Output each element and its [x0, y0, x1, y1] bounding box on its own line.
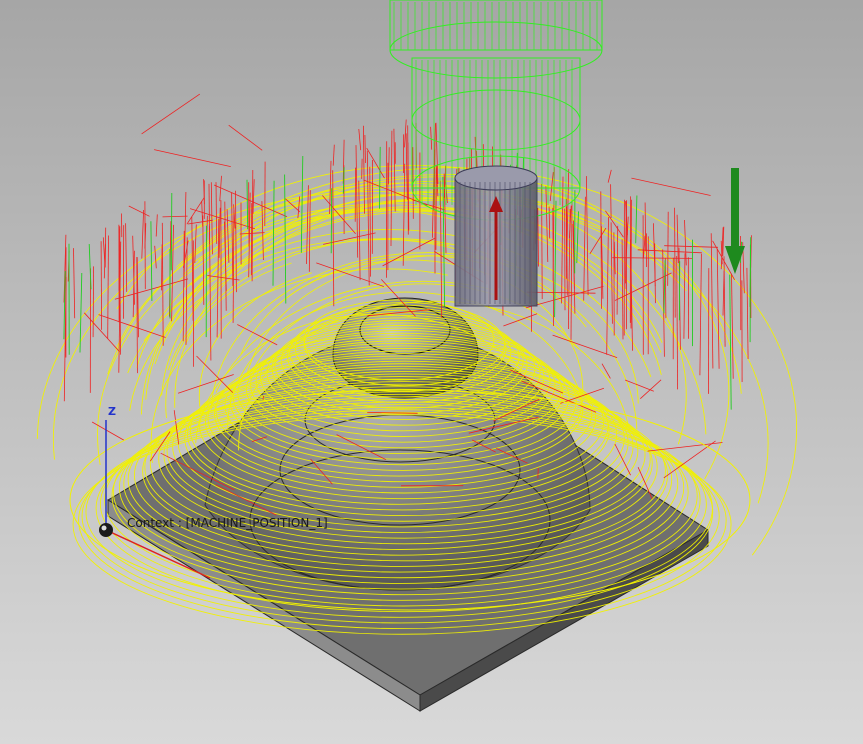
rapid-link: [154, 149, 231, 167]
rapid-move: [439, 180, 443, 318]
rapid-move: [663, 260, 666, 314]
rapid-move: [272, 180, 275, 286]
rapid-move: [73, 248, 76, 319]
context-label: Context : [MACHINE_POSITION_1]: [127, 516, 328, 530]
rapid-move: [182, 230, 185, 342]
rapid-move: [430, 126, 433, 150]
rapid-move: [379, 146, 381, 209]
rapid-move: [232, 210, 235, 323]
rapid-move: [364, 134, 366, 164]
rapid-move: [644, 202, 647, 252]
rapid-move: [746, 267, 749, 360]
toolpath-scene[interactable]: [0, 0, 863, 744]
rapid-link: [664, 245, 719, 248]
rapid-link: [601, 363, 611, 379]
rapid-link: [262, 396, 264, 400]
rapid-move: [576, 211, 579, 264]
rapid-link: [162, 215, 188, 218]
rapid-move: [92, 266, 94, 338]
rapid-move: [201, 200, 204, 227]
rapid-move: [716, 248, 720, 369]
rapid-move: [332, 144, 335, 166]
rapid-move: [405, 133, 408, 200]
rapid-move: [155, 214, 158, 237]
rapid-move: [100, 241, 102, 330]
rapid-link: [228, 124, 263, 151]
rapid-move: [616, 225, 619, 315]
rapid-link: [640, 379, 662, 399]
rapid-link: [537, 468, 539, 479]
rapid-link: [382, 237, 436, 267]
rapid-move: [284, 174, 287, 304]
rapid-move: [209, 226, 212, 361]
rapid-move: [215, 182, 218, 244]
rapid-move: [674, 207, 676, 318]
cutting-tool-icon[interactable]: [454, 165, 538, 307]
rapid-move: [330, 188, 333, 254]
rapid-move: [435, 167, 437, 250]
rapid-move: [218, 207, 221, 258]
rapid-move: [573, 220, 575, 289]
rapid-move: [251, 169, 254, 282]
rapid-move: [537, 207, 539, 267]
rapid-link: [589, 227, 607, 255]
rapid-link: [322, 195, 356, 235]
rapid-link: [84, 312, 120, 353]
axis-z-label: Z: [108, 405, 116, 418]
rapid-move: [252, 179, 255, 214]
rapid-move: [407, 125, 409, 235]
rapid-move: [363, 125, 365, 214]
rapid-move: [621, 239, 624, 340]
feed-direction-arrow-icon[interactable]: [725, 168, 745, 274]
rapid-move: [125, 223, 128, 292]
rapid-move: [329, 160, 332, 215]
rapid-move: [154, 245, 157, 269]
rapid-move: [586, 176, 589, 296]
rapid-move: [366, 150, 370, 286]
rapid-move: [390, 130, 393, 247]
rapid-move: [610, 184, 612, 219]
rapid-link: [631, 177, 711, 196]
rapid-move: [676, 214, 679, 264]
rapid-move: [731, 273, 734, 379]
rapid-move: [699, 253, 702, 376]
rapid-move: [107, 235, 109, 339]
rapid-link: [141, 93, 201, 135]
rapid-move: [570, 200, 573, 340]
rapid-move: [358, 128, 362, 151]
rapid-move: [104, 227, 107, 268]
rapid-move: [332, 170, 335, 307]
rapid-move: [170, 192, 173, 271]
rapid-move: [635, 195, 638, 244]
rapid-move: [194, 224, 197, 264]
rapid-move: [388, 147, 390, 185]
rapid-move: [235, 190, 237, 293]
cam-3d-viewport[interactable]: Z Context : [MACHINE_POSITION_1]: [0, 0, 863, 744]
rapid-move: [654, 243, 656, 304]
rapid-link: [128, 205, 150, 217]
rapid-move: [561, 176, 564, 304]
rapid-move: [568, 208, 571, 330]
rapid-move: [545, 186, 549, 263]
rapid-move: [729, 274, 732, 410]
rapid-move: [393, 128, 396, 212]
rapid-link: [607, 169, 612, 183]
rapid-move: [710, 233, 714, 369]
rapid-move: [141, 209, 144, 259]
rapid-link: [91, 421, 124, 441]
rapid-move: [226, 209, 230, 263]
rapid-move: [202, 215, 205, 305]
rapid-move: [161, 222, 164, 346]
rapid-move: [102, 237, 106, 265]
rapid-link: [186, 197, 205, 225]
rapid-move: [676, 255, 678, 390]
rapid-move: [683, 253, 686, 339]
